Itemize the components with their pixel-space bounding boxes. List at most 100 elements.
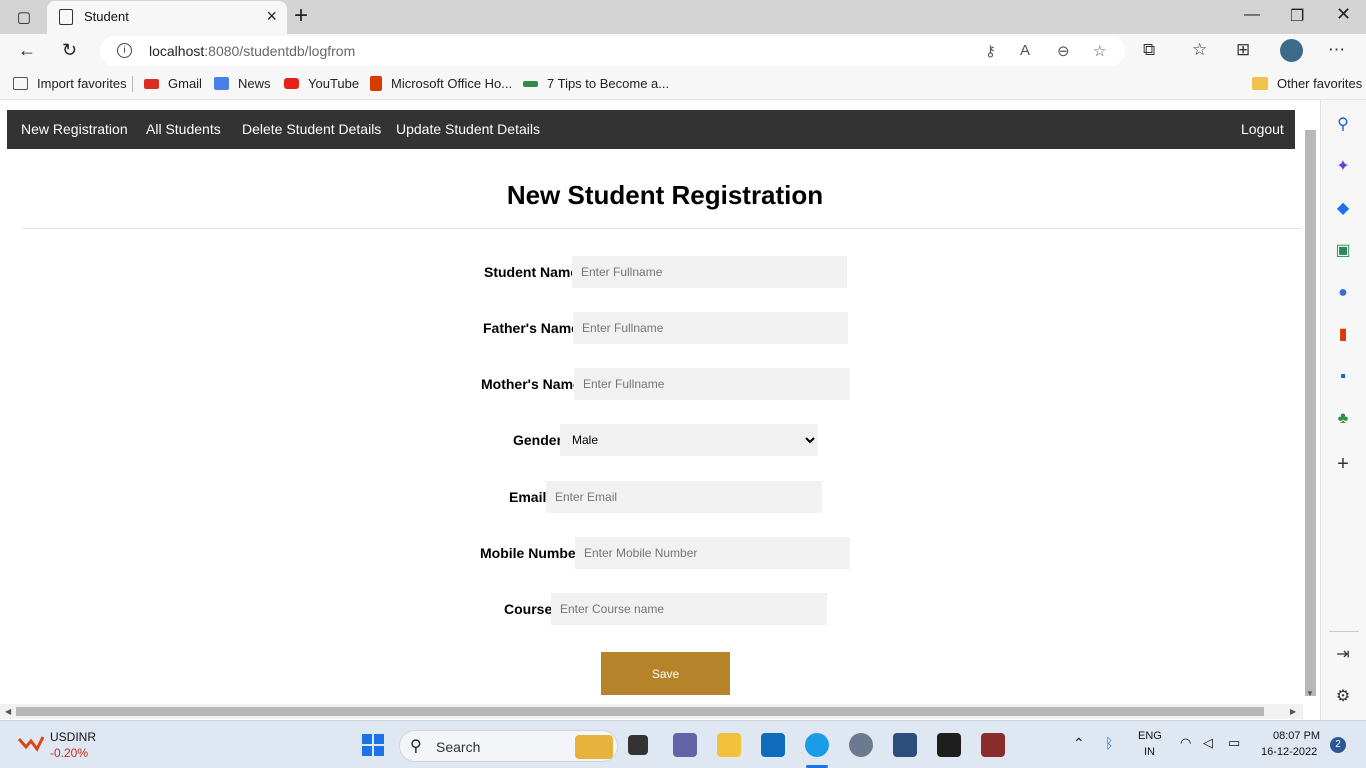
lang-line2[interactable]: IN (1144, 746, 1155, 758)
nav-new-registration[interactable]: New Registration (21, 121, 128, 137)
battery-icon[interactable]: ▭ (1228, 735, 1240, 751)
refresh-icon[interactable]: ↻ (62, 40, 77, 61)
address-bar[interactable]: i localhost:8080/studentdb/logfrom ⚷ A ⊖… (100, 36, 1125, 66)
games-icon[interactable]: ● (1333, 283, 1353, 303)
email-row: Email (509, 481, 822, 513)
folder-icon (1252, 77, 1268, 90)
lang-line1[interactable]: ENG (1138, 730, 1162, 742)
store-icon[interactable] (761, 733, 785, 757)
add-favorite-icon[interactable]: ☆ (1093, 42, 1106, 60)
father-name-row: Father's Name (483, 312, 848, 344)
edge-icon[interactable] (805, 733, 829, 757)
favorite-label: News (238, 76, 271, 91)
youtube-icon (284, 78, 299, 89)
read-aloud-icon[interactable]: A (1020, 42, 1030, 59)
nav-all-students[interactable]: All Students (146, 121, 221, 137)
news-icon (214, 77, 229, 90)
tab-title: Student (84, 9, 129, 24)
task-view-icon[interactable] (628, 735, 648, 755)
vertical-scrollbar[interactable] (1303, 130, 1318, 698)
key-icon[interactable]: ⚷ (985, 42, 996, 60)
tab-student[interactable]: Student × (47, 1, 287, 34)
volume-icon[interactable]: ◁ (1203, 735, 1213, 751)
page-viewport: New Registration All Students Delete Stu… (0, 101, 1320, 719)
ticker-change[interactable]: -0.20% (50, 746, 88, 760)
bluetooth-icon[interactable]: ᛒ (1105, 735, 1113, 751)
search-label: Search (436, 739, 481, 755)
gmail-icon (144, 78, 159, 89)
favorite-news[interactable]: News (214, 76, 271, 91)
horizontal-scroll-thumb[interactable] (16, 707, 1264, 716)
nav-logout[interactable]: Logout (1241, 121, 1284, 137)
horizontal-scrollbar[interactable]: ◀ ▶ (0, 704, 1303, 719)
settings-icon[interactable]: ⚙ (1333, 687, 1353, 707)
gender-row: Gender Male (513, 424, 818, 456)
favorite-tips[interactable]: 7 Tips to Become a... (523, 76, 669, 91)
terminal-icon[interactable] (937, 733, 961, 757)
favorite-label: Import favorites (37, 76, 127, 91)
nav-update-student[interactable]: Update Student Details (396, 121, 540, 137)
geeks-icon (523, 80, 538, 87)
save-button[interactable]: Save (601, 652, 730, 695)
close-window-icon[interactable]: ✕ (1336, 4, 1351, 25)
start-icon[interactable] (361, 733, 385, 757)
search-icon[interactable]: ⚲ (1333, 115, 1353, 135)
close-tab-icon[interactable]: × (266, 6, 277, 26)
tab-actions-icon[interactable]: ▢ (14, 7, 34, 27)
hide-sidebar-icon[interactable]: ⇥ (1333, 645, 1353, 665)
favorites-bar: Import favorites Gmail News YouTube Micr… (0, 68, 1366, 100)
more-icon[interactable]: ⋯ (1328, 40, 1345, 60)
settings-app-icon[interactable] (849, 733, 873, 757)
favorite-youtube[interactable]: YouTube (284, 76, 359, 91)
minimize-icon[interactable]: — (1244, 6, 1260, 24)
url-path: :8080/studentdb/logfrom (204, 43, 356, 59)
gender-select[interactable]: Male (560, 424, 818, 456)
file-explorer-icon[interactable] (717, 733, 741, 757)
chat-icon[interactable] (673, 733, 697, 757)
email-input[interactable] (546, 481, 822, 513)
tools-icon[interactable]: ▣ (1333, 241, 1353, 261)
url-text[interactable]: localhost:8080/studentdb/logfrom (149, 43, 355, 59)
site-info-icon[interactable]: i (117, 43, 132, 58)
favorite-import[interactable]: Import favorites (13, 76, 127, 91)
favorite-gmail[interactable]: Gmail (144, 76, 202, 91)
mother-name-input[interactable] (574, 368, 850, 400)
shopping-icon[interactable]: ◆ (1333, 199, 1353, 219)
new-tab-icon[interactable]: + (294, 3, 308, 29)
show-hidden-icons[interactable]: ⌃ (1073, 735, 1085, 752)
add-icon[interactable]: + (1333, 454, 1353, 474)
collections-icon[interactable]: ⊞ (1236, 40, 1250, 60)
taskbar-search[interactable]: ⚲ Search (399, 730, 618, 762)
workbench-icon[interactable] (893, 733, 917, 757)
ticker-name[interactable]: USDINR (50, 730, 96, 744)
tree-icon[interactable]: ♣ (1333, 409, 1353, 429)
office-icon[interactable]: ▮ (1333, 325, 1353, 345)
restore-icon[interactable]: ❐ (1290, 6, 1304, 26)
course-input[interactable] (551, 593, 827, 625)
other-favorites[interactable]: Other favorites (1252, 76, 1362, 91)
student-name-input[interactable] (572, 256, 847, 288)
back-icon[interactable]: ← (18, 40, 36, 61)
clock-time[interactable]: 08:07 PM (1273, 730, 1320, 742)
vertical-scroll-thumb[interactable] (1305, 130, 1316, 696)
favorite-office[interactable]: Microsoft Office Ho... (370, 76, 512, 91)
wifi-icon[interactable]: ◠ (1180, 735, 1191, 751)
scroll-left-icon[interactable]: ◀ (5, 707, 11, 716)
extensions-icon[interactable]: ⧉ (1143, 40, 1155, 60)
clock-date[interactable]: 16-12-2022 (1261, 746, 1317, 758)
notification-badge[interactable]: 2 (1330, 737, 1346, 753)
zoom-out-icon[interactable]: ⊖ (1057, 42, 1070, 60)
father-name-input[interactable] (573, 312, 848, 344)
discover-icon[interactable]: ✦ (1333, 157, 1353, 177)
scroll-down-icon[interactable]: ▼ (1306, 689, 1314, 698)
favorites-icon[interactable]: ☆ (1192, 40, 1207, 60)
mobile-input[interactable] (575, 537, 850, 569)
outlook-icon[interactable]: ▪ (1333, 367, 1353, 387)
profile-avatar[interactable] (1280, 39, 1303, 62)
game-app-icon[interactable] (981, 733, 1005, 757)
mother-name-label: Mother's Name (481, 376, 581, 392)
scroll-right-icon[interactable]: ▶ (1290, 707, 1296, 716)
nav-delete-student[interactable]: Delete Student Details (242, 121, 381, 137)
stock-chart-icon[interactable] (17, 733, 45, 753)
sidebar-divider (1329, 631, 1359, 632)
